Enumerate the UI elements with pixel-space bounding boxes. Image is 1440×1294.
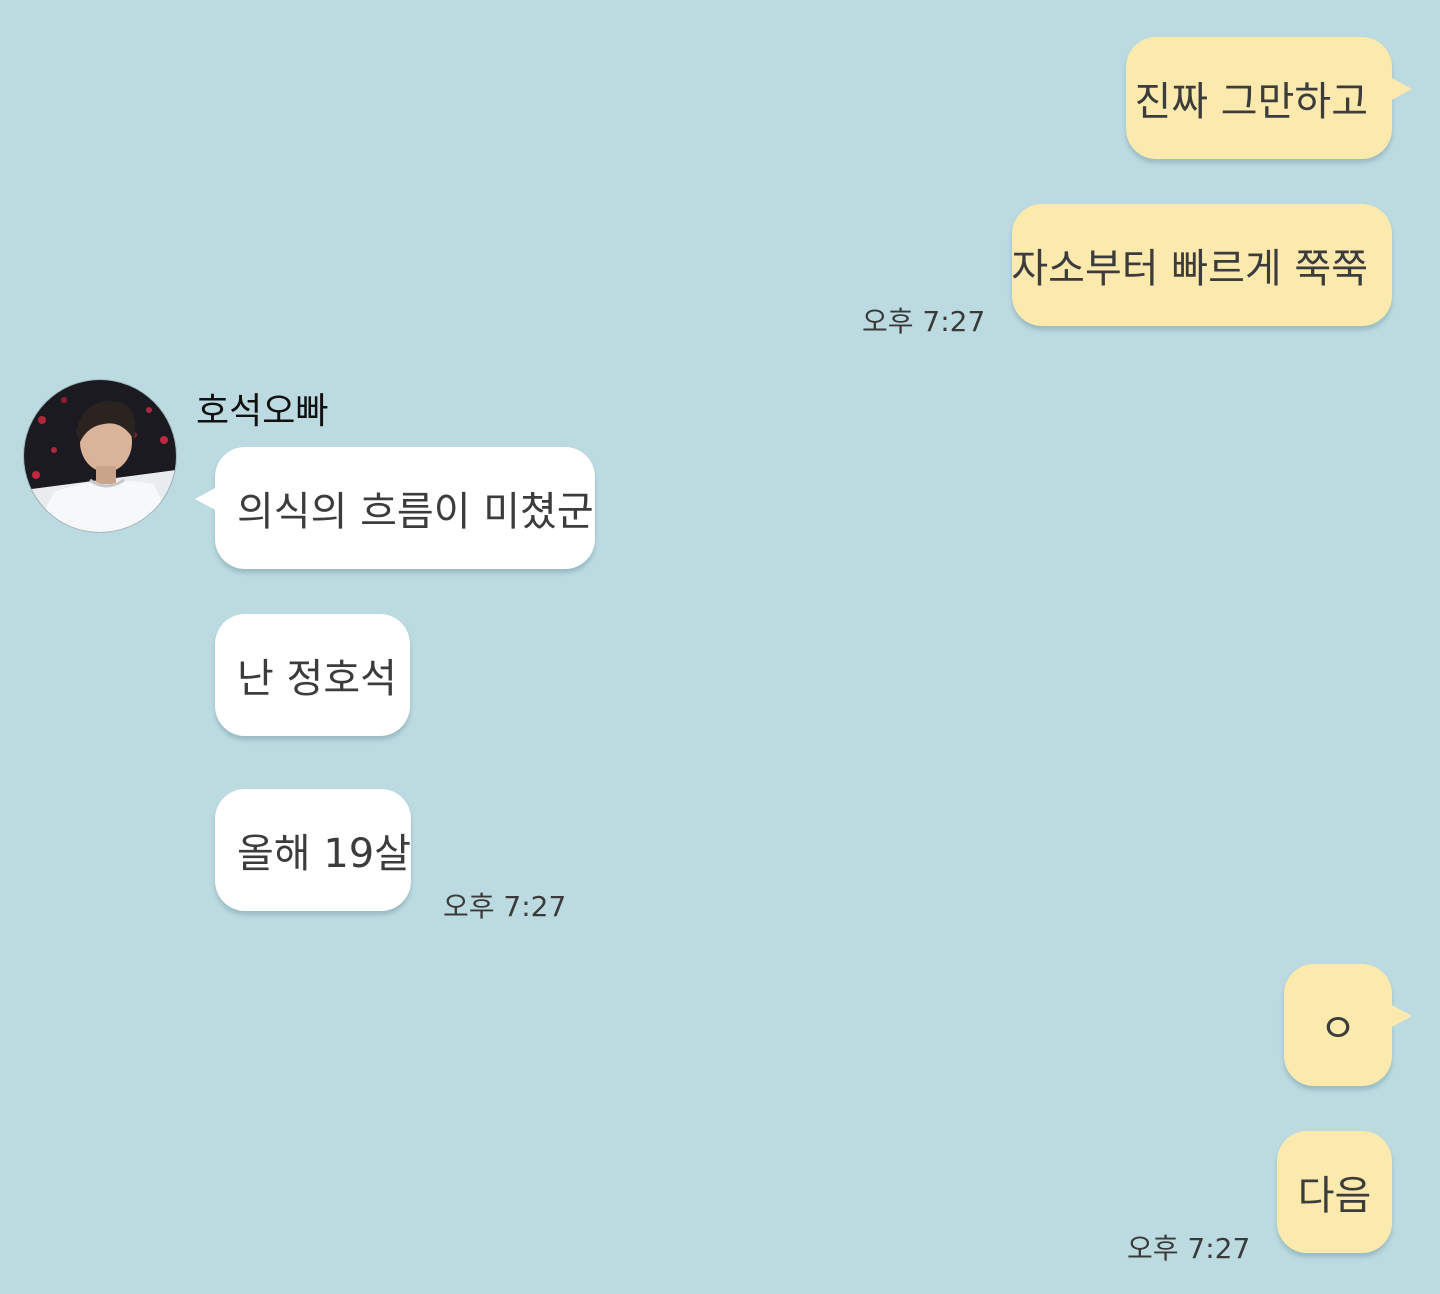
message-text: 난 정호석 xyxy=(237,656,397,702)
message-bubble-outgoing[interactable]: 다음 xyxy=(1277,1131,1392,1253)
message-bubble-outgoing[interactable]: 진짜 그만하고 xyxy=(1126,37,1412,159)
message-bubble-incoming[interactable]: 난 정호석 xyxy=(215,614,410,736)
message-timestamp: 오후 7:27 xyxy=(862,305,986,338)
contact-avatar[interactable] xyxy=(24,380,176,532)
chat-area: 진짜 그만하고 자소부터 빠르게 쭉쭉 오후 7:27 호석오빠 의식의 흐름이… xyxy=(0,0,1440,1294)
message-text: 자소부터 빠르게 쭉쭉 xyxy=(1011,246,1368,292)
message-bubble-outgoing[interactable]: ㅇ xyxy=(1284,964,1412,1086)
message-text: ㅇ xyxy=(1319,1006,1357,1052)
message-text: 올해 19살 xyxy=(237,831,412,877)
avatar-photo xyxy=(24,380,176,532)
message-timestamp: 오후 7:27 xyxy=(443,890,567,923)
message-bubble-outgoing[interactable]: 자소부터 빠르게 쭉쭉 xyxy=(1011,204,1392,326)
contact-name: 호석오빠 xyxy=(196,391,329,432)
message-text: 진짜 그만하고 xyxy=(1134,79,1368,125)
message-timestamp: 오후 7:27 xyxy=(1127,1232,1251,1265)
message-bubble-incoming[interactable]: 올해 19살 xyxy=(215,789,411,911)
message-text: 의식의 흐름이 미쳤군 xyxy=(237,489,594,535)
message-bubble-incoming[interactable]: 의식의 흐름이 미쳤군 xyxy=(195,447,595,569)
message-text: 다음 xyxy=(1297,1173,1372,1219)
